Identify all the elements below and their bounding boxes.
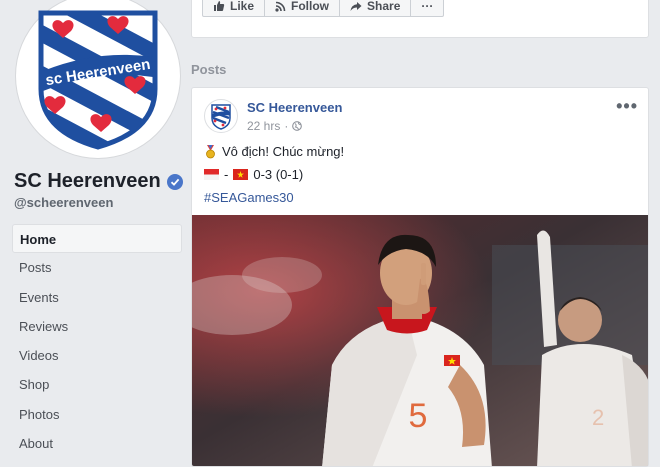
score-separator: - [224,167,229,182]
share-label: Share [367,0,401,13]
jersey-number: 5 [409,397,428,435]
page-action-bar: Like Follow Share ··· [191,0,649,38]
nav-item-photos[interactable]: Photos [12,400,182,429]
svg-text:2: 2 [592,405,604,430]
match-score: 0-3 (0-1) [253,167,304,182]
post-author-avatar[interactable] [204,99,238,133]
thumbs-up-icon [214,1,225,11]
posts-heading: Posts [191,62,227,77]
meta-separator: · [284,119,289,133]
share-button[interactable]: Share [339,0,412,17]
follow-button[interactable]: Follow [264,0,341,17]
post-photo[interactable]: 2 5 [192,215,649,467]
globe-icon [292,121,303,131]
post-meta: 22 hrs · [247,119,303,133]
page-handle[interactable]: @scheerenveen [14,195,113,210]
indonesia-flag-icon [204,169,219,180]
page-title: SC Heerenveen [14,170,183,193]
nav-item-videos[interactable]: Videos [12,341,182,370]
verified-icon [166,173,183,190]
nav-item-about[interactable]: About [12,429,182,458]
post-text-line-1: Vô địch! Chúc mừng! [204,144,344,159]
medal-icon [206,144,215,158]
nav-item-home[interactable]: Home [12,224,182,254]
vietnam-flag-icon [233,169,249,180]
rss-icon [275,1,286,12]
like-button[interactable]: Like [202,0,266,17]
profile-picture[interactable]: sc Heerenveen [16,0,180,158]
post-hashtag[interactable]: #SEAGames30 [204,190,294,205]
page-name-text: SC Heerenveen [14,170,161,192]
more-actions-label: ··· [421,0,434,13]
follow-label: Follow [291,0,330,13]
post-text-line-2: - 0-3 (0-1) [204,167,303,182]
post-timestamp[interactable]: 22 hrs [247,119,280,133]
nav-item-reviews[interactable]: Reviews [12,312,182,341]
post-author-name[interactable]: SC Heerenveen [247,100,342,115]
club-logo: sc Heerenveen [38,10,158,150]
nav-item-events[interactable]: Events [12,283,182,312]
like-label: Like [230,0,255,13]
post-card: SC Heerenveen 22 hrs · ••• Vô địch! Chúc… [191,87,649,467]
share-icon [350,1,362,11]
more-actions-button[interactable]: ··· [410,0,445,17]
page-nav: Home Posts Events Reviews Videos Shop Ph… [12,224,182,458]
nav-item-posts[interactable]: Posts [12,253,182,282]
nav-item-shop[interactable]: Shop [12,370,182,399]
post-text-1: Vô địch! Chúc mừng! [222,144,345,159]
post-options-button[interactable]: ••• [616,96,638,117]
